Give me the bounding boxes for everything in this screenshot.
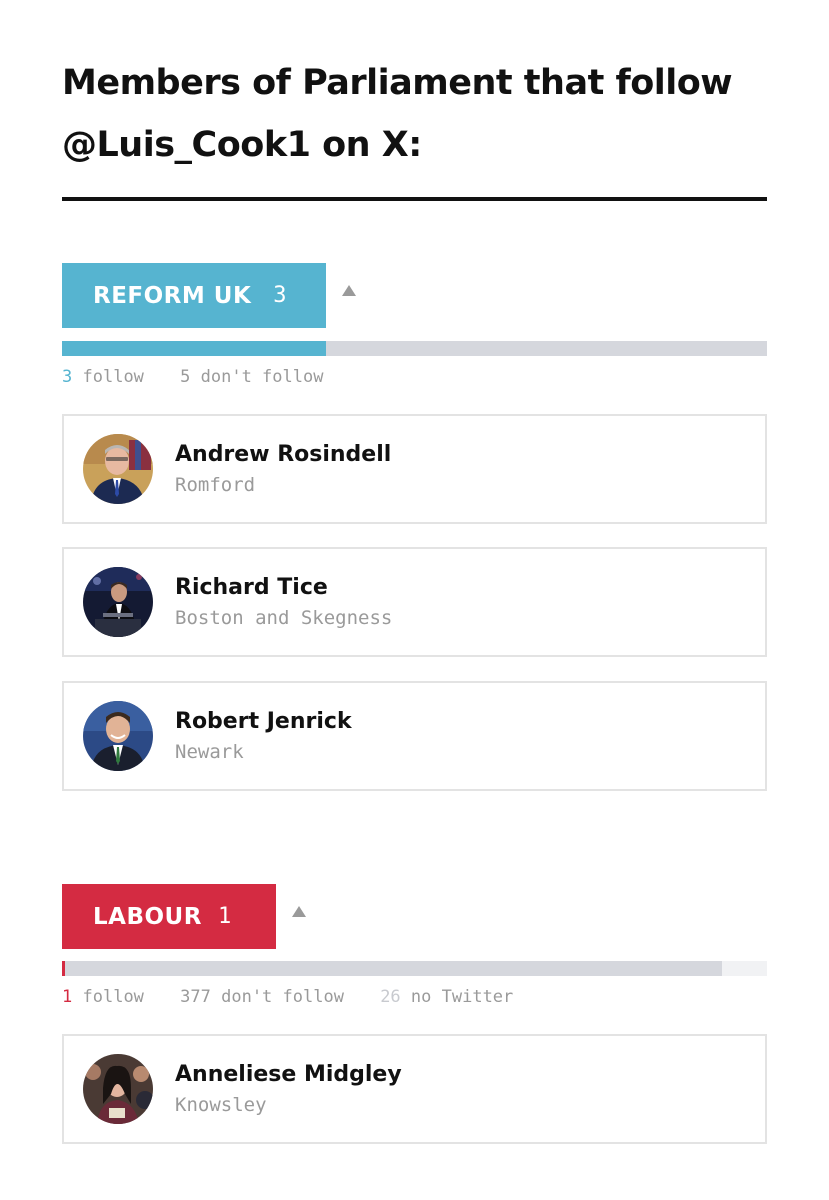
page-title: Members of Parliament that follow @Luis_… [62, 63, 733, 165]
party-name: REFORM UK [93, 282, 252, 309]
follow-progress-bar [62, 341, 767, 356]
collapse-triangle-icon[interactable] [342, 285, 356, 296]
mp-name: Andrew Rosindell [175, 442, 392, 467]
mp-card[interactable]: Robert Jenrick Newark [62, 681, 767, 791]
follow-progress-bar [62, 961, 767, 976]
mp-card[interactable]: Anneliese Midgley Knowsley [62, 1034, 767, 1144]
bar-dont-follow-segment [65, 961, 722, 976]
collapse-triangle-icon[interactable] [292, 906, 306, 917]
party-button-labour[interactable]: LABOUR 1 [62, 884, 276, 949]
mp-constituency: Romford [175, 474, 256, 496]
party-name: LABOUR [93, 903, 202, 930]
party-button-reform-uk[interactable]: REFORM UK 3 [62, 263, 326, 328]
party-header: LABOUR 1 [62, 884, 767, 949]
follow-stat: 1 follow [62, 987, 144, 1007]
dont-follow-stat: 5 don't follow [180, 367, 324, 387]
party-count: 3 [273, 283, 288, 308]
mp-card[interactable]: Richard Tice Boston and Skegness [62, 547, 767, 657]
mp-card[interactable]: Andrew Rosindell Romford [62, 414, 767, 524]
party-count: 1 [217, 904, 232, 929]
party-header: REFORM UK 3 [62, 263, 767, 328]
no-twitter-stat: 26 no Twitter [380, 987, 514, 1007]
mp-name: Anneliese Midgley [175, 1062, 402, 1087]
mp-name: Robert Jenrick [175, 709, 352, 734]
avatar [83, 701, 153, 771]
avatar [83, 434, 153, 504]
follow-stat: 3 follow [62, 367, 144, 387]
dont-follow-stat: 377 don't follow [180, 987, 344, 1007]
follow-stats: 3 follow 5 don't follow [62, 367, 349, 387]
party-section-reform-uk: REFORM UK 3 3 follow 5 don't follow Andr… [62, 263, 767, 791]
avatar [83, 1054, 153, 1124]
mp-constituency: Newark [175, 741, 244, 763]
avatar [83, 567, 153, 637]
party-section-labour: LABOUR 1 1 follow 377 don't follow 26 no… [62, 884, 767, 1144]
mp-constituency: Knowsley [175, 1094, 267, 1116]
follow-stats: 1 follow 377 don't follow 26 no Twitter [62, 987, 539, 1007]
mp-name: Richard Tice [175, 575, 328, 600]
mp-constituency: Boston and Skegness [175, 607, 393, 629]
title-divider [62, 197, 767, 201]
bar-follow-segment [62, 341, 326, 356]
